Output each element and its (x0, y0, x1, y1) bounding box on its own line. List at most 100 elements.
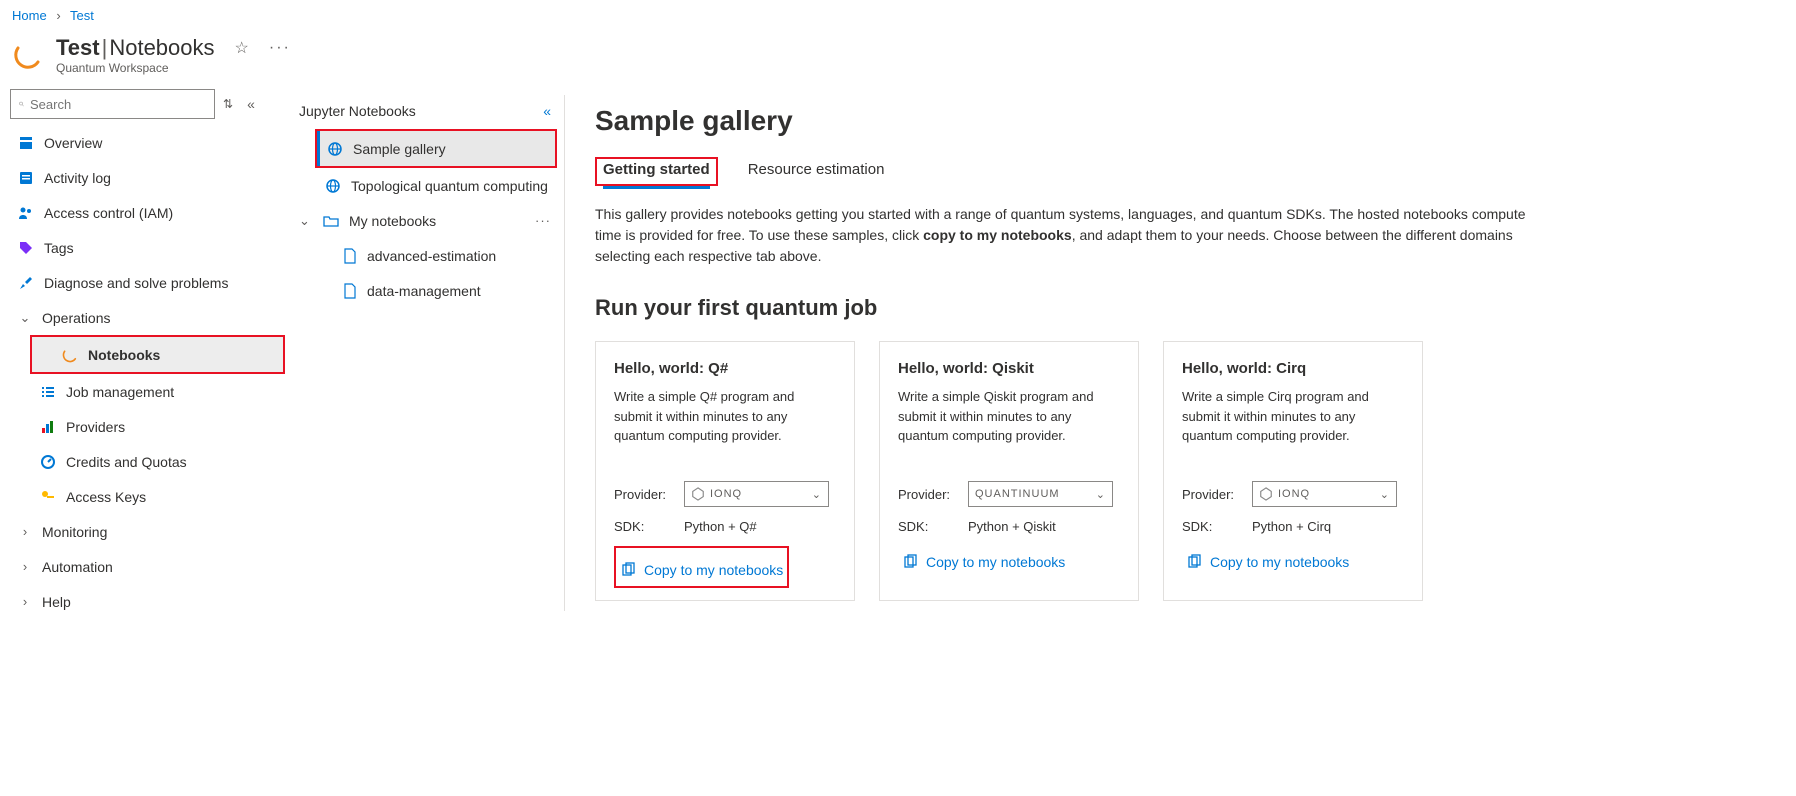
checklist-icon (40, 384, 56, 400)
sidebar-item-notebooks[interactable]: Notebooks (32, 337, 283, 372)
copy-to-my-notebooks-button[interactable]: Copy to my notebooks (898, 546, 1120, 578)
card-hello-qiskit: Hello, world: Qiskit Write a simple Qisk… (879, 341, 1139, 601)
sidebar-item-access-control[interactable]: Access control (IAM) (10, 195, 285, 230)
favorite-icon[interactable]: ☆ (235, 38, 249, 58)
tree-item-label: data-management (367, 283, 481, 299)
breadcrumb-test[interactable]: Test (70, 8, 94, 23)
meter-icon (40, 454, 56, 470)
sidebar-item-access-keys[interactable]: Access Keys (10, 479, 285, 514)
globe-icon (325, 178, 341, 194)
copy-icon (620, 562, 636, 578)
sidebar-item-label: Job management (66, 384, 174, 400)
tab-resource-estimation[interactable]: Resource estimation (748, 157, 885, 186)
copy-icon (1186, 554, 1202, 570)
globe-icon (327, 141, 343, 157)
tree-file-data-management[interactable]: data-management (285, 273, 565, 308)
provider-dropdown[interactable]: IONQ ⌄ (684, 481, 829, 507)
card-hello-qsharp: Hello, world: Q# Write a simple Q# progr… (595, 341, 855, 601)
sidebar-item-label: Diagnose and solve problems (44, 275, 228, 291)
sdk-value: Python + Qiskit (968, 519, 1056, 534)
chevron-down-icon: ⌄ (1096, 488, 1106, 501)
workspace-icon (12, 39, 44, 71)
notebook-tree: Jupyter Notebooks « Sample gallery Topol… (285, 85, 565, 621)
sidebar-group-operations[interactable]: ⌄ Operations (10, 300, 285, 335)
content: Sample gallery Getting started Resource … (565, 85, 1796, 621)
provider-label: Provider: (898, 487, 968, 502)
more-menu-icon[interactable]: ··· (269, 39, 291, 57)
card-hello-cirq: Hello, world: Cirq Write a simple Cirq p… (1163, 341, 1423, 601)
chevron-down-icon: ⌄ (299, 213, 313, 229)
tree-file-advanced-estimation[interactable]: advanced-estimation (285, 238, 565, 273)
search-input[interactable] (30, 97, 206, 112)
search-icon (19, 97, 24, 111)
chevron-right-icon: › (18, 524, 32, 539)
breadcrumb-sep: › (56, 8, 60, 23)
chevron-right-icon: › (18, 594, 32, 609)
card-desc: Write a simple Q# program and submit it … (614, 387, 836, 451)
tree-item-label: Sample gallery (353, 141, 446, 157)
sidebar-item-label: Providers (66, 419, 125, 435)
tag-icon (18, 240, 34, 256)
sidebar-item-label: Overview (44, 135, 102, 151)
chevron-down-icon: ⌄ (812, 488, 822, 501)
sdk-label: SDK: (898, 519, 968, 534)
sdk-value: Python + Q# (684, 519, 757, 534)
sdk-label: SDK: (614, 519, 684, 534)
wrench-icon (18, 275, 34, 291)
provider-dropdown[interactable]: QUANTINUUM ⌄ (968, 481, 1113, 507)
card-title: Hello, world: Qiskit (898, 360, 1120, 377)
sidebar-item-job-management[interactable]: Job management (10, 374, 285, 409)
sidebar-item-label: Access control (IAM) (44, 205, 173, 221)
sidebar-item-overview[interactable]: Overview (10, 125, 285, 160)
sidebar-item-label: Automation (42, 559, 113, 575)
sidebar-item-providers[interactable]: Providers (10, 409, 285, 444)
collapse-tree-icon[interactable]: « (543, 103, 551, 119)
sidebar-group-help[interactable]: › Help (10, 584, 285, 619)
sidebar-item-label: Access Keys (66, 489, 146, 505)
tree-item-sample-gallery[interactable]: Sample gallery (317, 131, 555, 166)
copy-to-my-notebooks-button[interactable]: Copy to my notebooks (616, 554, 787, 586)
key-icon (40, 489, 56, 505)
sort-toggle-icon[interactable]: ⇅ (223, 97, 233, 111)
log-icon (18, 170, 34, 186)
sidebar-item-label: Operations (42, 310, 110, 326)
folder-more-icon[interactable]: ··· (535, 213, 551, 228)
search-input-wrap[interactable] (10, 89, 215, 119)
card-desc: Write a simple Cirq program and submit i… (1182, 387, 1404, 451)
section-heading: Run your first quantum job (595, 295, 1766, 321)
sidebar: ⇅ « Overview Activity log Access control… (0, 85, 285, 621)
tree-item-topological[interactable]: Topological quantum computing (285, 168, 565, 203)
sidebar-item-activity-log[interactable]: Activity log (10, 160, 285, 195)
sidebar-item-label: Help (42, 594, 71, 610)
breadcrumb-home[interactable]: Home (12, 8, 47, 23)
tree-item-label: Topological quantum computing (351, 178, 548, 194)
chart-icon (40, 419, 56, 435)
tree-folder-my-notebooks[interactable]: ⌄ My notebooks ··· (285, 203, 565, 238)
tree-item-label: advanced-estimation (367, 248, 496, 264)
sidebar-item-tags[interactable]: Tags (10, 230, 285, 265)
collapse-sidebar-icon[interactable]: « (247, 96, 255, 112)
tree-item-label: My notebooks (349, 213, 436, 229)
folder-icon (323, 213, 339, 229)
sdk-value: Python + Cirq (1252, 519, 1331, 534)
page-title: Test | Notebooks (56, 35, 215, 61)
copy-icon (902, 554, 918, 570)
provider-dropdown[interactable]: IONQ ⌄ (1252, 481, 1397, 507)
sidebar-group-automation[interactable]: › Automation (10, 549, 285, 584)
copy-to-my-notebooks-button[interactable]: Copy to my notebooks (1182, 546, 1404, 578)
sidebar-item-label: Monitoring (42, 524, 107, 540)
chevron-down-icon: ⌄ (1380, 488, 1390, 501)
tab-getting-started[interactable]: Getting started (603, 157, 710, 189)
card-title: Hello, world: Cirq (1182, 360, 1404, 377)
file-icon (343, 248, 357, 264)
sidebar-item-credits[interactable]: Credits and Quotas (10, 444, 285, 479)
sidebar-item-label: Credits and Quotas (66, 454, 187, 470)
page-header: Test | Notebooks ☆ ··· Quantum Workspace (0, 31, 1796, 85)
sidebar-item-diagnose[interactable]: Diagnose and solve problems (10, 265, 285, 300)
sidebar-group-monitoring[interactable]: › Monitoring (10, 514, 285, 549)
content-title: Sample gallery (595, 105, 1766, 137)
cards: Hello, world: Q# Write a simple Q# progr… (595, 341, 1766, 601)
tabs: Getting started Resource estimation (595, 157, 1766, 186)
card-title: Hello, world: Q# (614, 360, 836, 377)
breadcrumb: Home › Test (0, 0, 1796, 31)
